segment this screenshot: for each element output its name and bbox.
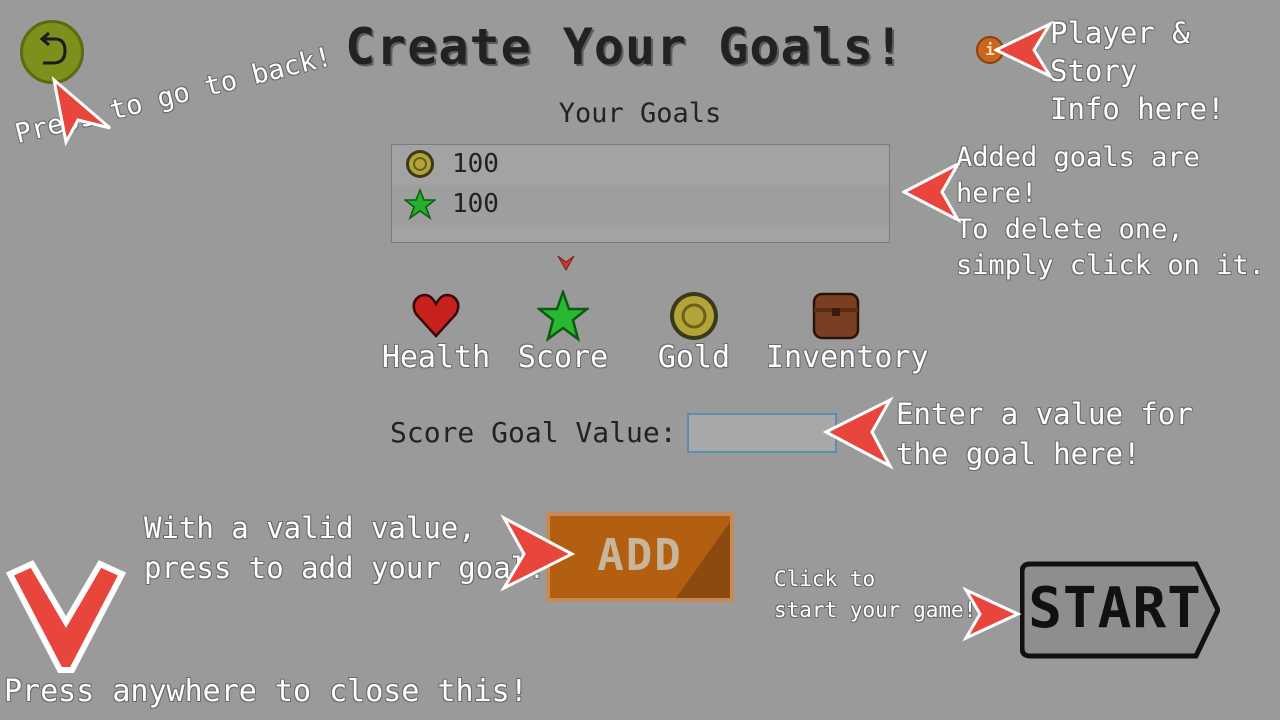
hint-value: Enter a value for the goal here! [896,397,1193,471]
category-label: Health [381,340,491,375]
star-icon [404,188,436,220]
category-label: Score [517,340,609,375]
hint-arrow-add [500,514,576,592]
heart-icon [412,293,460,338]
goal-row[interactable]: 100 [392,145,889,185]
hint-goals: Added goals are here! To delete one, sim… [956,142,1265,281]
hint-arrow-start [962,586,1022,642]
hint-start: Click to start your game! [774,567,977,622]
category-inventory[interactable]: Inventory [766,290,929,380]
start-button-label: START [1028,576,1202,641]
hint-arrow-back [51,76,111,146]
hint-arrow-value [822,396,894,470]
category-label: Inventory [766,340,929,375]
gold-coin-icon [406,150,434,178]
goal-value-label: Score Goal Value: [390,416,677,449]
goal-row[interactable]: 100 [392,185,889,225]
gold-coin-icon [670,292,718,340]
hint-arrow-info [994,20,1054,80]
start-button[interactable]: START [1020,560,1220,660]
goal-value-input[interactable] [687,413,837,453]
hint-close: Press anywhere to close this! [4,674,528,709]
goal-value: 100 [452,189,499,219]
goal-value: 100 [452,149,499,179]
undo-icon [39,31,67,65]
star-icon [537,290,589,342]
page-title: Create Your Goals! [345,18,905,76]
chest-icon [812,292,860,340]
chevron-down-icon [557,255,575,272]
hint-arrow-close [5,560,127,673]
category-score[interactable]: Score [493,290,633,380]
hint-arrow-goals [902,160,962,224]
category-health[interactable]: Health [366,290,506,380]
category-gold[interactable]: Gold [624,290,764,380]
hint-add: With a valid value, press to add your go… [144,511,546,585]
goals-list: 100 100 [391,144,890,243]
back-button[interactable] [20,20,84,84]
category-label: Gold [657,340,731,375]
hint-info: Player & Story Info here! [1050,16,1225,126]
goals-heading: Your Goals [558,98,722,129]
